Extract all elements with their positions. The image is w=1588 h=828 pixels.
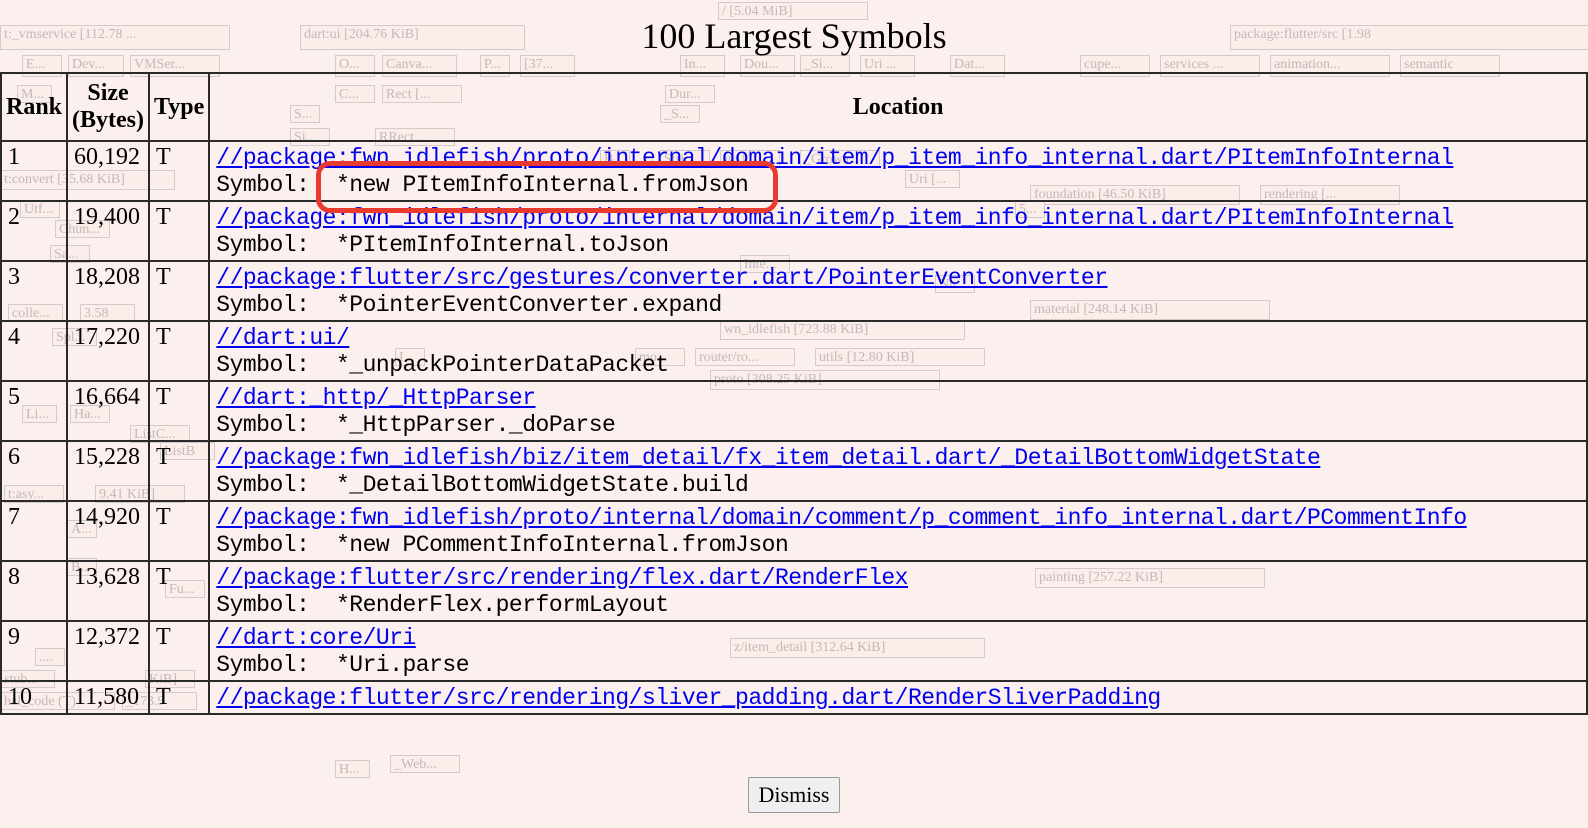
col-header-size: Size (Bytes) <box>67 73 149 141</box>
type-cell: T <box>149 201 209 261</box>
type-cell: T <box>149 381 209 441</box>
symbols-table: Rank Size (Bytes) Type Location 160,192T… <box>0 72 1588 715</box>
rank-cell: 9 <box>1 621 67 681</box>
location-cell: //package:fwn_idlefish/proto/internal/do… <box>209 201 1587 261</box>
location-cell: //dart:ui/Symbol: *_unpackPointerDataPac… <box>209 321 1587 381</box>
col-header-rank: Rank <box>1 73 67 141</box>
type-cell: T <box>149 561 209 621</box>
size-cell: 60,192 <box>67 141 149 201</box>
size-cell: 19,400 <box>67 201 149 261</box>
location-cell: //package:fwn_idlefish/proto/internal/do… <box>209 501 1587 561</box>
table-row: 714,920T //package:fwn_idlefish/proto/int… <box>1 501 1587 561</box>
size-cell: 15,228 <box>67 441 149 501</box>
symbol-text: Symbol: *new PItemInfoInternal.fromJson <box>216 172 748 198</box>
type-cell: T <box>149 621 209 681</box>
rank-cell: 2 <box>1 201 67 261</box>
symbol-text: Symbol: *_DetailBottomWidgetState.build <box>216 472 748 498</box>
table-row: 1011,580T //package:flutter/src/rendering… <box>1 681 1587 714</box>
table-row: 318,208T //package:flutter/src/gestures/c… <box>1 261 1587 321</box>
location-link[interactable]: //package:fwn_idlefish/proto/internal/do… <box>216 205 1453 231</box>
col-header-type: Type <box>149 73 209 141</box>
rank-cell: 3 <box>1 261 67 321</box>
location-cell: //package:flutter/src/gestures/converter… <box>209 261 1587 321</box>
symbol-text: Symbol: *_unpackPointerDataPacket <box>216 352 668 378</box>
location-link[interactable]: //package:flutter/src/gestures/converter… <box>216 265 1107 291</box>
symbol-text: Symbol: *Uri.parse <box>216 652 469 678</box>
location-cell: //package:fwn_idlefish/proto/internal/do… <box>209 141 1587 201</box>
size-cell: 13,628 <box>67 561 149 621</box>
size-cell: 11,580 <box>67 681 149 714</box>
location-link[interactable]: //dart:core/Uri <box>216 625 416 651</box>
rank-cell: 6 <box>1 441 67 501</box>
location-cell: //package:flutter/src/rendering/flex.dar… <box>209 561 1587 621</box>
table-row: 516,664T//dart:_http/_HttpParserSymbol: … <box>1 381 1587 441</box>
table-row: 160,192T //package:fwn_idlefish/proto/int… <box>1 141 1587 201</box>
location-link[interactable]: //package:fwn_idlefish/proto/internal/do… <box>216 145 1453 171</box>
rank-cell: 1 <box>1 141 67 201</box>
rank-cell: 5 <box>1 381 67 441</box>
size-cell: 16,664 <box>67 381 149 441</box>
size-cell: 18,208 <box>67 261 149 321</box>
location-link[interactable]: //dart:ui/ <box>216 325 349 351</box>
table-row: 417,220T//dart:ui/Symbol: *_unpackPointe… <box>1 321 1587 381</box>
symbol-text: Symbol: *RenderFlex.performLayout <box>216 592 668 618</box>
size-cell: 17,220 <box>67 321 149 381</box>
location-link[interactable]: //package:flutter/src/rendering/flex.dar… <box>216 565 908 591</box>
table-row: 615,228T //package:fwn_idlefish/biz/item_… <box>1 441 1587 501</box>
size-cell: 12,372 <box>67 621 149 681</box>
type-cell: T <box>149 321 209 381</box>
size-cell: 14,920 <box>67 501 149 561</box>
symbol-text: Symbol: *PItemInfoInternal.toJson <box>216 232 668 258</box>
type-cell: T <box>149 501 209 561</box>
location-cell: //dart:_http/_HttpParserSymbol: *_HttpPa… <box>209 381 1587 441</box>
symbol-text: Symbol: *PointerEventConverter.expand <box>216 292 722 318</box>
table-row: 912,372T//dart:core/UriSymbol: *Uri.pars… <box>1 621 1587 681</box>
rank-cell: 10 <box>1 681 67 714</box>
rank-cell: 4 <box>1 321 67 381</box>
dismiss-button[interactable]: Dismiss <box>748 777 841 813</box>
rank-cell: 7 <box>1 501 67 561</box>
location-link[interactable]: //dart:_http/_HttpParser <box>216 385 535 411</box>
location-link[interactable]: //package:flutter/src/rendering/sliver_p… <box>216 685 1160 711</box>
location-link[interactable]: //package:fwn_idlefish/biz/item_detail/f… <box>216 445 1320 471</box>
location-cell: //package:fwn_idlefish/biz/item_detail/f… <box>209 441 1587 501</box>
table-row: 813,628T //package:flutter/src/rendering/… <box>1 561 1587 621</box>
location-cell: //dart:core/UriSymbol: *Uri.parse <box>209 621 1587 681</box>
table-row: 219,400T //package:fwn_idlefish/proto/int… <box>1 201 1587 261</box>
symbol-text: Symbol: *new PCommentInfoInternal.fromJs… <box>216 532 788 558</box>
type-cell: T <box>149 141 209 201</box>
symbol-text: Symbol: *_HttpParser._doParse <box>216 412 615 438</box>
type-cell: T <box>149 681 209 714</box>
rank-cell: 8 <box>1 561 67 621</box>
location-cell: //package:flutter/src/rendering/sliver_p… <box>209 681 1587 714</box>
type-cell: T <box>149 261 209 321</box>
col-header-location: Location <box>209 73 1587 141</box>
type-cell: T <box>149 441 209 501</box>
location-link[interactable]: //package:fwn_idlefish/proto/internal/do… <box>216 505 1466 531</box>
page-title: 100 Largest Symbols <box>0 0 1588 72</box>
